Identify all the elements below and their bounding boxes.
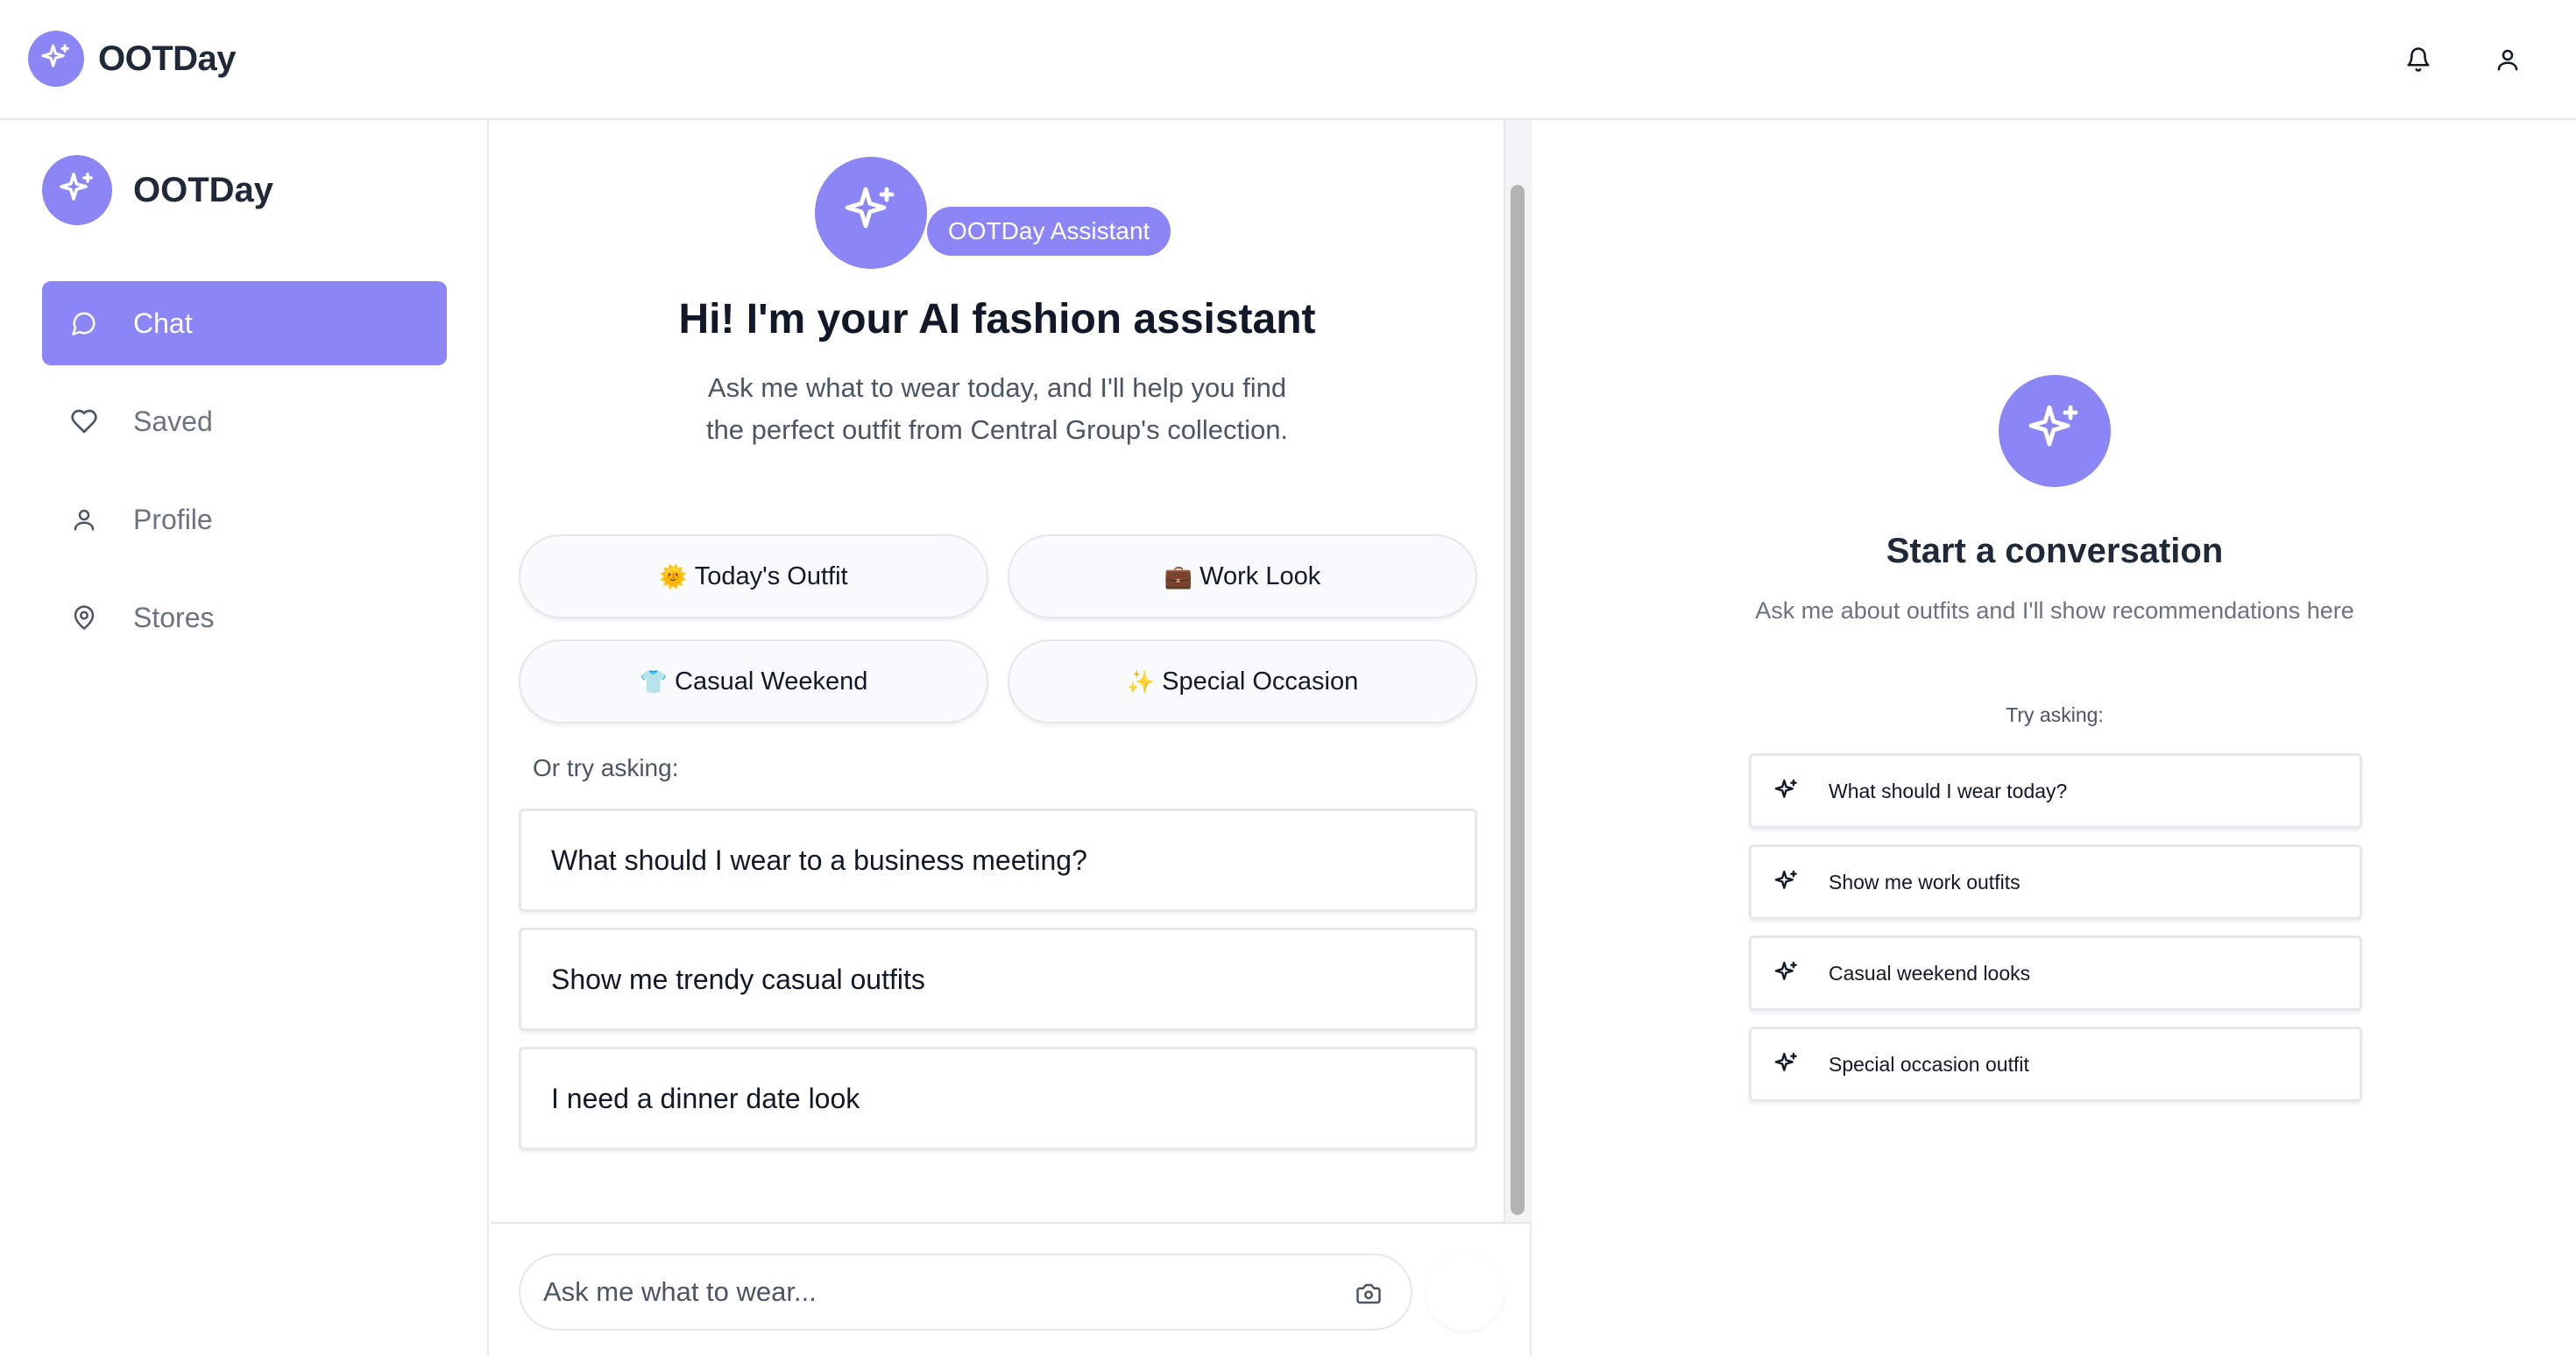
sun-emoji-icon: 🌞: [659, 562, 688, 590]
sidebar-item-label: Profile: [133, 503, 213, 535]
sidebar-nav: Chat Saved Profile Stores: [42, 281, 447, 674]
sparkle-icon: [1771, 866, 1802, 898]
top-bar: OOTDay: [0, 0, 2576, 120]
suggestion-card[interactable]: I need a dinner date look: [519, 1047, 1477, 1150]
send-button[interactable]: [1426, 1254, 1504, 1331]
quick-action-todays-outfit[interactable]: 🌞 Today's Outfit: [519, 534, 988, 618]
chat-input-wrapper: [519, 1254, 1412, 1331]
quick-action-casual-weekend[interactable]: 👕 Casual Weekend: [519, 639, 988, 724]
suggestion-label: What should I wear today?: [1829, 779, 2068, 802]
chat-scrollbar-thumb[interactable]: [1511, 185, 1525, 1215]
sparkles-emoji-icon: ✨: [1126, 667, 1156, 695]
sparkle-logo-icon: [28, 31, 84, 87]
sidebar-item-saved[interactable]: Saved: [42, 379, 447, 463]
welcome-subtitle: Ask me what to wear today, and I'll help…: [705, 372, 1289, 445]
sidebar-item-label: Chat: [133, 307, 193, 339]
right-suggestion-card[interactable]: Special occasion outfit: [1749, 1027, 2362, 1102]
briefcase-emoji-icon: 💼: [1164, 562, 1193, 590]
right-suggestion-card[interactable]: What should I wear today?: [1749, 753, 2362, 829]
suggestion-label: Special occasion outfit: [1829, 1052, 2029, 1076]
map-pin-icon: [68, 602, 100, 633]
sparkle-logo-icon: [42, 155, 112, 225]
sidebar-brand[interactable]: OOTDay: [42, 155, 273, 225]
quick-action-label: Casual Weekend: [675, 667, 868, 696]
quick-action-label: Special Occasion: [1162, 667, 1359, 696]
assistant-avatar: [815, 157, 927, 269]
user-icon: [68, 504, 100, 535]
suggestion-label: Show me work outfits: [1829, 870, 2020, 893]
right-suggestion-card[interactable]: Casual weekend looks: [1749, 936, 2362, 1011]
camera-icon[interactable]: [1353, 1278, 1384, 1310]
tshirt-emoji-icon: 👕: [639, 667, 669, 695]
welcome-title: Hi! I'm your AI fashion assistant: [678, 296, 1316, 343]
sparkle-icon: [1771, 957, 1802, 989]
sidebar-item-stores[interactable]: Stores: [42, 576, 447, 660]
suggestion-label: Casual weekend looks: [1829, 961, 2031, 985]
sidebar-item-chat[interactable]: Chat: [42, 281, 447, 365]
quick-action-label: Today's Outfit: [694, 561, 848, 590]
recommendations-panel: Start a conversation Ask me about outfit…: [1533, 120, 2576, 1356]
brand-top[interactable]: OOTDay: [28, 31, 237, 87]
chat-input-area: [491, 1222, 1530, 1356]
sparkle-icon: [1771, 1049, 1802, 1080]
quick-action-label: Work Look: [1200, 561, 1321, 590]
chat-panel: OOTDay Assistant Hi! I'm your AI fashion…: [491, 120, 1532, 1356]
sparkle-icon: [1771, 775, 1802, 807]
chat-bubble-icon: [68, 307, 100, 339]
empty-state-title: Start a conversation: [1886, 532, 2224, 570]
assistant-badge: OOTDay Assistant: [927, 207, 1171, 256]
sparkle-icon: [2028, 405, 2078, 447]
sidebar-item-profile[interactable]: Profile: [42, 477, 447, 561]
sparkle-icon: [845, 187, 895, 229]
sidebar-item-label: Stores: [133, 601, 215, 633]
empty-state-subtitle: Ask me about outfits and I'll show recom…: [1755, 597, 2354, 624]
try-asking-label: Or try asking:: [533, 754, 679, 781]
app-root: OOTDay OOTDay Chat Saved Profile Stores …: [0, 0, 2576, 1356]
sidebar-item-label: Saved: [133, 405, 213, 437]
chat-input[interactable]: [543, 1276, 1314, 1308]
right-suggestion-card[interactable]: Show me work outfits: [1749, 844, 2362, 920]
user-icon[interactable]: [2487, 39, 2529, 81]
brand-name: OOTDay: [98, 39, 237, 78]
sidebar: OOTDay Chat Saved Profile Stores: [0, 120, 489, 1356]
sidebar-brand-name: OOTDay: [133, 170, 274, 209]
suggestion-card[interactable]: What should I wear to a business meeting…: [519, 809, 1477, 912]
try-asking-label: Try asking:: [2006, 703, 2104, 726]
bell-icon[interactable]: [2397, 39, 2439, 81]
heart-icon: [68, 406, 100, 437]
quick-action-special-occasion[interactable]: ✨ Special Occasion: [1008, 639, 1477, 724]
suggestion-card[interactable]: Show me trendy casual outfits: [519, 928, 1477, 1031]
sparkle-avatar: [1999, 375, 2111, 487]
quick-action-work-look[interactable]: 💼 Work Look: [1008, 534, 1477, 618]
